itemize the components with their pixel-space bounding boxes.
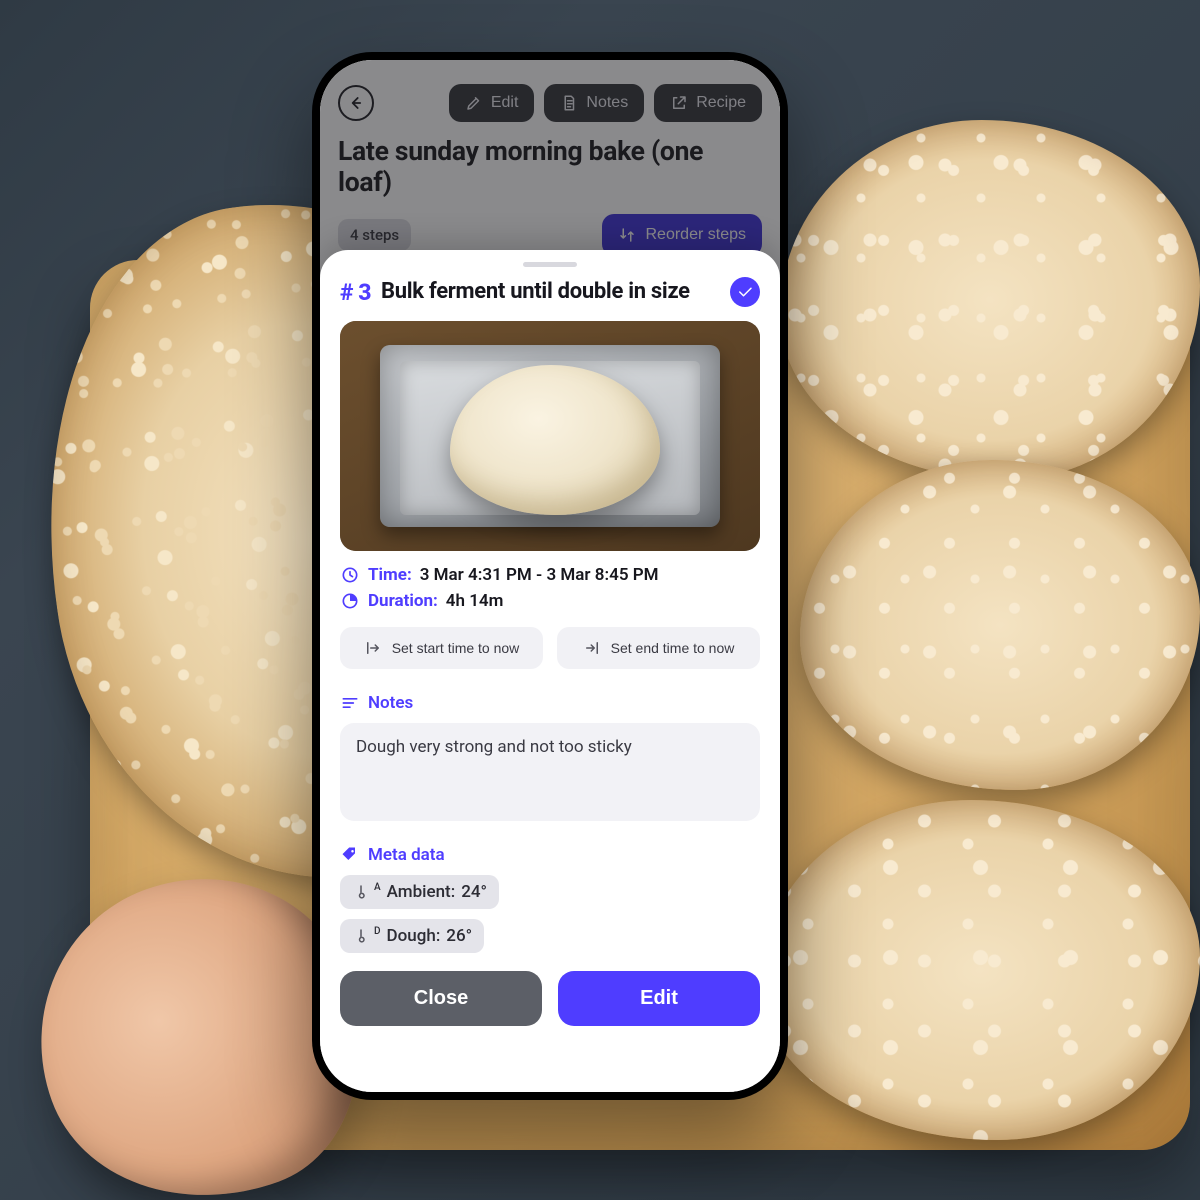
phone-frame: Edit Notes Recipe Late sunday morning ba…	[312, 52, 788, 1100]
time-info: Time: 3 Mar 4:31 PM - 3 Mar 8:45 PM Dura…	[340, 565, 760, 617]
set-start-time-button[interactable]: Set start time to now	[340, 627, 543, 669]
edit-step-button-label: Edit	[640, 987, 678, 1009]
end-time-icon	[583, 639, 601, 657]
time-label: Time:	[368, 565, 412, 585]
ambient-sup: A	[374, 882, 381, 893]
close-button[interactable]: Close	[340, 971, 542, 1026]
ambient-value: 24°	[461, 882, 487, 902]
edit-step-button[interactable]: Edit	[558, 971, 760, 1026]
clock-icon	[340, 565, 360, 585]
duration-row: Duration: 4h 14m	[340, 591, 760, 611]
phone-screen: Edit Notes Recipe Late sunday morning ba…	[320, 60, 780, 1092]
notes-section-label: Notes	[340, 693, 760, 713]
dough-sup: D	[374, 926, 381, 937]
sheet-grabber[interactable]	[523, 262, 577, 267]
sheet-header: # 3 Bulk ferment until double in size	[340, 277, 760, 307]
step-detail-sheet: # 3 Bulk ferment until double in size Ti…	[320, 250, 780, 1092]
time-row: Time: 3 Mar 4:31 PM - 3 Mar 8:45 PM	[340, 565, 760, 585]
tag-icon	[340, 845, 360, 865]
metadata-section-label: Meta data	[340, 845, 760, 865]
notes-section-title: Notes	[368, 693, 413, 713]
ambient-label: Ambient:	[387, 882, 456, 902]
bread-slice	[800, 460, 1200, 790]
duration-icon	[340, 591, 360, 611]
start-time-icon	[364, 639, 382, 657]
bread-slice	[780, 120, 1200, 480]
set-start-time-label: Set start time to now	[392, 640, 520, 656]
close-button-label: Close	[414, 987, 468, 1009]
set-end-time-button[interactable]: Set end time to now	[557, 627, 760, 669]
ambient-temp-chip[interactable]: A Ambient: 24°	[340, 875, 499, 909]
step-title: Bulk ferment until double in size	[381, 279, 720, 305]
metadata-section-title: Meta data	[368, 845, 445, 865]
dough-value: 26°	[446, 926, 472, 946]
step-complete-badge[interactable]	[730, 277, 760, 307]
notes-text[interactable]: Dough very strong and not too sticky	[340, 723, 760, 821]
bread-slice	[760, 800, 1200, 1140]
dough-temp-chip[interactable]: D Dough: 26°	[340, 919, 484, 953]
duration-label: Duration:	[368, 591, 438, 611]
time-value: 3 Mar 4:31 PM - 3 Mar 8:45 PM	[420, 565, 659, 585]
thermometer-icon	[352, 927, 370, 945]
dough-label: Dough:	[387, 926, 441, 946]
check-icon	[736, 283, 754, 301]
thermometer-icon	[352, 883, 370, 901]
step-photo[interactable]	[340, 321, 760, 551]
duration-value: 4h 14m	[446, 591, 504, 611]
set-end-time-label: Set end time to now	[611, 640, 735, 656]
notes-icon	[340, 693, 360, 713]
step-number: # 3	[340, 279, 371, 306]
